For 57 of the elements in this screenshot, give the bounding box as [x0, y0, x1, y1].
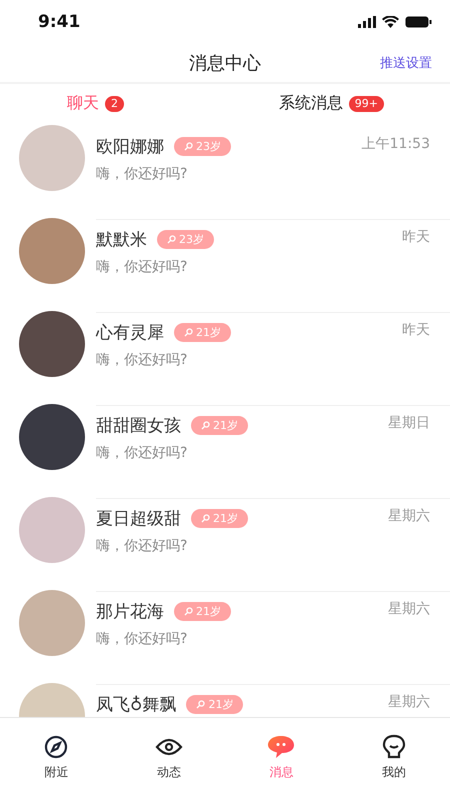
search-icon [184, 142, 193, 151]
nav-tab[interactable]: 附近 [0, 718, 112, 800]
message-preview: 嗨，你还好吗? [96, 350, 188, 369]
chat-row[interactable]: 欧阳娜娜 23岁 上午11:53 嗨，你还好吗? [0, 126, 450, 220]
age-label: 21岁 [208, 696, 234, 712]
contact-name: 凤飞♁舞飘 [96, 694, 176, 716]
page-title: 消息中心 [189, 52, 261, 76]
face-icon [382, 734, 406, 760]
tab[interactable]: 系统消息 99+ [274, 91, 388, 116]
wifi-icon [382, 16, 399, 28]
contact-name: 欧阳娜娜 [96, 136, 164, 158]
chat-row[interactable]: 默默米 23岁 昨天 嗨，你还好吗? [0, 220, 450, 313]
message-preview: 嗨，你还好吗? [96, 630, 188, 648]
message-time: 星期六 [388, 506, 430, 525]
chat-row[interactable]: 甜甜圈女孩 21岁 星期日 嗨，你还好吗? [0, 406, 450, 499]
contact-name: 甜甜圈女孩 [96, 414, 181, 437]
search-icon [184, 606, 193, 616]
chat-row[interactable]: 那片花海 21岁 星期六 嗨，你还好吗? [0, 592, 450, 685]
search-icon [167, 234, 176, 244]
message-preview: 嗨，你还好吗? [96, 536, 188, 555]
chat-bubble-icon [267, 735, 296, 760]
message-preview: 嗨，你还好吗? [96, 164, 188, 183]
message-time: 昨天 [402, 320, 430, 339]
contact-name: 那片花海 [96, 600, 164, 623]
message-preview: 嗨，你还好吗? [96, 258, 188, 276]
tab[interactable]: 聊天 2 [63, 91, 128, 116]
message-preview: 嗨，你还好吗? [96, 444, 188, 462]
message-time: 星期日 [388, 414, 430, 432]
age-label: 21岁 [196, 604, 221, 619]
age-label: 23岁 [179, 232, 204, 247]
status-time: 9:41 [38, 12, 80, 32]
search-icon [201, 420, 210, 430]
age-label: 21岁 [196, 324, 221, 340]
chat-row[interactable]: 心有灵犀 21岁 昨天 嗨，你还好吗? [0, 312, 450, 406]
message-time: 昨天 [402, 228, 430, 246]
nav-tab[interactable]: 动态 [112, 718, 225, 800]
chat-row[interactable]: 夏日超级甜 21岁 星期六 嗨，你还好吗? [0, 498, 450, 592]
compass-icon [44, 735, 68, 760]
age-label: 23岁 [196, 138, 221, 154]
search-icon [184, 328, 193, 337]
contact-name: 夏日超级甜 [96, 508, 181, 530]
message-time: 星期六 [388, 692, 430, 711]
count-badge: 99+ [348, 96, 384, 112]
push-settings-link[interactable]: 推送设置 [380, 54, 432, 72]
message-time: 星期六 [388, 600, 430, 618]
age-label: 21岁 [213, 418, 238, 433]
age-label: 21岁 [213, 510, 238, 526]
battery-icon [405, 16, 432, 28]
contact-name: 心有灵犀 [96, 322, 164, 344]
nav-tab[interactable]: 我的 [338, 718, 450, 800]
signal-icon [358, 16, 376, 28]
eye-icon [154, 737, 183, 758]
search-icon [201, 514, 210, 523]
count-badge: 2 [105, 96, 124, 112]
contact-name: 默默米 [96, 228, 147, 251]
search-icon [196, 700, 206, 709]
message-time: 上午11:53 [362, 134, 430, 153]
